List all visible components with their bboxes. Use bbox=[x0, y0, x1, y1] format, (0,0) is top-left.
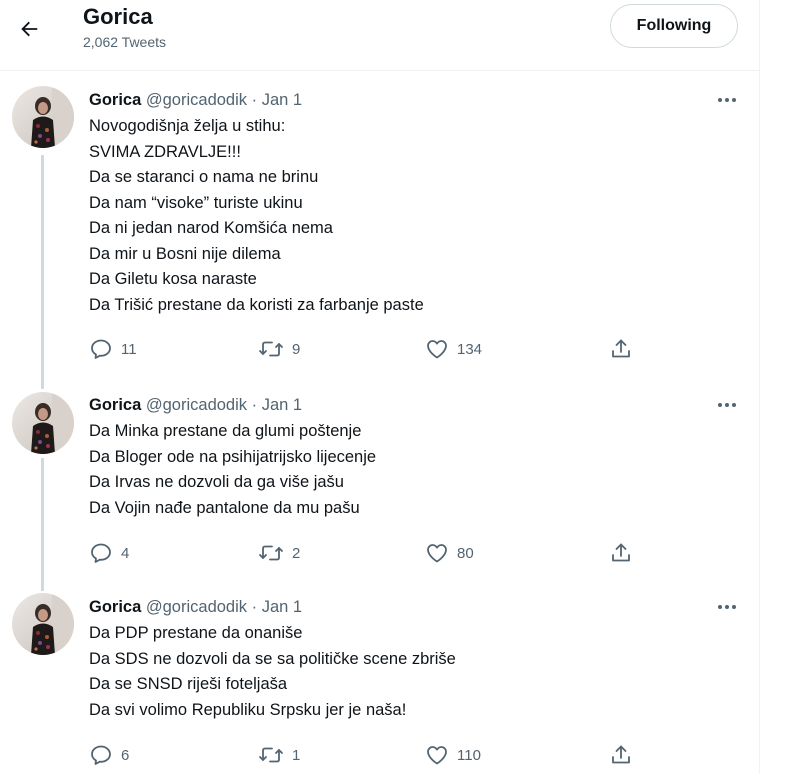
separator-dot: · bbox=[251, 91, 258, 109]
avatar[interactable] bbox=[12, 86, 74, 148]
tweet-text-line: Da Bloger ode na psihijatrijsko lijecenj… bbox=[89, 447, 377, 466]
author-handle[interactable]: @goricadodik bbox=[146, 396, 247, 414]
tweet-text-line: SVIMA ZDRAVLJE!!! bbox=[89, 142, 241, 161]
tweet-text-line: Da se staranci o nama ne brinu bbox=[89, 168, 319, 186]
more-button[interactable] bbox=[712, 88, 742, 112]
profile-header: Gorica 2,062 Tweets Following bbox=[0, 0, 759, 71]
author-name[interactable]: Gorica bbox=[89, 91, 141, 109]
like-button[interactable]: 80 bbox=[425, 539, 474, 567]
like-button[interactable]: 134 bbox=[425, 335, 482, 363]
author-name[interactable]: Gorica bbox=[89, 396, 141, 414]
avatar-image bbox=[12, 593, 74, 655]
retweet-button[interactable]: 9 bbox=[258, 335, 300, 363]
tweet-text: Da PDP prestane da onaniše Da SDS ne dozv… bbox=[89, 621, 456, 723]
share-button[interactable] bbox=[609, 335, 633, 363]
tweet-header: Gorica @goricadodik · Jan 1 bbox=[89, 395, 302, 415]
tweet-text-line: Da svi volimo Republiku Srpsku jer je na… bbox=[89, 700, 407, 719]
reply-count: 6 bbox=[121, 746, 130, 764]
author-handle[interactable]: @goricadodik bbox=[146, 598, 247, 616]
tweet-header: Gorica @goricadodik · Jan 1 bbox=[89, 597, 302, 617]
reply-icon bbox=[91, 339, 111, 359]
following-button[interactable]: Following bbox=[610, 4, 738, 48]
more-horizontal-icon bbox=[718, 403, 736, 407]
retweet-icon bbox=[259, 747, 283, 763]
more-button[interactable] bbox=[712, 595, 742, 619]
reply-icon bbox=[91, 543, 111, 563]
tweet-text-line: Da mir u Bosni nije dilema bbox=[89, 244, 281, 263]
tweet-date[interactable]: Jan 1 bbox=[262, 396, 302, 414]
reply-button[interactable]: 11 bbox=[89, 335, 137, 363]
tweet-actions: 4 2 80 bbox=[0, 539, 759, 567]
back-button[interactable] bbox=[12, 12, 46, 46]
share-button[interactable] bbox=[609, 539, 633, 567]
tweet-text-line: Da Minka prestane da glumi poštenje bbox=[89, 422, 362, 440]
tweet-header: Gorica @goricadodik · Jan 1 bbox=[89, 90, 302, 110]
like-count: 110 bbox=[457, 746, 481, 764]
tweet-text-line: Da nam “visoke” turiste ukinu bbox=[89, 193, 303, 212]
retweet-button[interactable]: 2 bbox=[258, 539, 300, 567]
like-button[interactable]: 110 bbox=[425, 741, 481, 769]
like-count: 134 bbox=[457, 340, 483, 358]
separator-dot: · bbox=[251, 598, 258, 616]
author-name[interactable]: Gorica bbox=[89, 598, 141, 616]
reply-button[interactable]: 6 bbox=[89, 741, 129, 769]
tweet-date[interactable]: Jan 1 bbox=[262, 91, 302, 109]
heart-icon bbox=[427, 746, 447, 765]
profile-title: Gorica bbox=[83, 4, 153, 29]
more-button[interactable] bbox=[712, 393, 742, 417]
retweet-icon bbox=[259, 545, 283, 561]
tweet-text-line: Da Vojin nađe pantalone da mu pašu bbox=[89, 498, 360, 517]
share-button[interactable] bbox=[609, 741, 633, 769]
retweet-count: 1 bbox=[292, 746, 301, 764]
more-horizontal-icon bbox=[718, 98, 736, 102]
share-icon bbox=[612, 745, 630, 764]
retweet-icon bbox=[259, 341, 283, 357]
tweet-text-line: Da ni jedan narod Komšića nema bbox=[89, 219, 333, 237]
retweet-button[interactable]: 1 bbox=[258, 741, 300, 769]
avatar-image bbox=[12, 86, 74, 148]
tweet-actions: 11 9 134 bbox=[0, 335, 759, 363]
avatar[interactable] bbox=[12, 392, 74, 454]
tweet-text-line: Da SDS ne dozvoli da se sa političke sce… bbox=[89, 649, 456, 668]
share-icon bbox=[612, 543, 630, 562]
share-icon bbox=[612, 339, 630, 358]
reply-button[interactable]: 4 bbox=[89, 539, 129, 567]
retweet-count: 9 bbox=[292, 340, 301, 358]
tweet-text-line: Novogodišnja želja u stihu: bbox=[89, 117, 286, 135]
tweet-text-line: Da PDP prestane da onaniše bbox=[89, 624, 303, 642]
arrow-left-icon bbox=[21, 21, 38, 37]
separator-dot: · bbox=[251, 396, 258, 414]
heart-icon bbox=[427, 340, 447, 359]
tweet-text-line: Da Trišić prestane da koristi za farbanj… bbox=[89, 295, 424, 314]
avatar[interactable] bbox=[12, 593, 74, 655]
author-handle[interactable]: @goricadodik bbox=[146, 91, 247, 109]
reply-icon bbox=[91, 745, 111, 765]
retweet-count: 2 bbox=[292, 544, 301, 562]
tweet-date[interactable]: Jan 1 bbox=[262, 598, 302, 616]
heart-icon bbox=[427, 544, 447, 563]
more-horizontal-icon bbox=[718, 605, 736, 609]
tweet-count: 2,062 Tweets bbox=[83, 34, 167, 50]
like-count: 80 bbox=[457, 544, 474, 562]
tweet-actions: 6 1 110 bbox=[0, 741, 759, 769]
tweet-text-line: Da Irvas ne dozvoli da ga više jašu bbox=[89, 473, 344, 491]
reply-count: 4 bbox=[121, 544, 130, 562]
tweet-text: Da Minka prestane da glumi poštenje Da Bl… bbox=[89, 419, 376, 521]
reply-count: 11 bbox=[121, 340, 137, 358]
thread-line bbox=[41, 458, 44, 591]
tweet-text-line: Da Giletu kosa naraste bbox=[89, 270, 257, 288]
tweet-text-line: Da se SNSD riješi foteljaša bbox=[89, 675, 288, 693]
tweet-text: Novogodišnja želja u stihu: SVIMA ZDRAVLJ… bbox=[89, 114, 424, 318]
avatar-image bbox=[12, 392, 74, 454]
right-sidebar bbox=[760, 0, 800, 774]
